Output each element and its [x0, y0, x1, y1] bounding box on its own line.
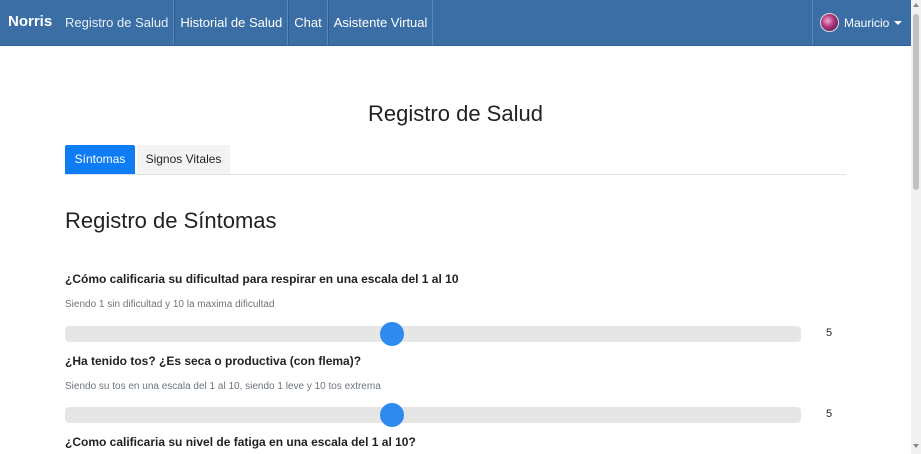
question-label: ¿Cómo calificaria su dificultad para res…	[65, 272, 459, 286]
slider-value: 5	[826, 408, 833, 420]
nav-links: Registro de Salud Historial de Salud Cha…	[60, 0, 434, 45]
tab-bar: Síntomas Signos Vitales	[65, 145, 846, 175]
brand-logo[interactable]: Norris	[8, 13, 52, 30]
scroll-down-icon[interactable]	[913, 444, 919, 448]
question-label: ¿Como calificaria su nivel de fatiga en …	[65, 435, 416, 449]
slider-thumb[interactable]	[380, 403, 405, 427]
scroll-thumb[interactable]	[913, 14, 919, 190]
nav-link-registro-de-salud[interactable]: Registro de Salud	[60, 0, 175, 45]
question-hint: Siendo su tos en una escala del 1 al 10,…	[65, 381, 381, 392]
tab-signos-vitales[interactable]: Signos Vitales	[137, 145, 230, 174]
question-hint: Siendo 1 sin dificultad y 10 la maxima d…	[65, 299, 275, 310]
cough-slider[interactable]	[65, 403, 801, 427]
section-title: Registro de Síntomas	[65, 208, 277, 233]
avatar	[820, 13, 839, 32]
tab-sintomas[interactable]: Síntomas	[65, 145, 135, 174]
slider-thumb[interactable]	[380, 322, 405, 346]
caret-down-icon	[894, 20, 903, 25]
user-menu[interactable]: Mauricio	[812, 0, 912, 45]
question-label: ¿Ha tenido tos? ¿Es seca o productiva (c…	[65, 354, 362, 368]
nav-link-historial-de-salud[interactable]: Historial de Salud	[174, 0, 289, 45]
nav-link-asistente-virtual[interactable]: Asistente Virtual	[327, 0, 434, 45]
page-scrollbar[interactable]	[911, 0, 921, 454]
navbar: Norris Registro de Salud Historial de Sa…	[0, 0, 911, 46]
page-title: Registro de Salud	[368, 101, 543, 126]
breathing-difficulty-slider[interactable]	[65, 322, 801, 346]
scroll-up-icon[interactable]	[913, 3, 919, 7]
nav-link-chat[interactable]: Chat	[288, 0, 328, 45]
user-name: Mauricio	[844, 15, 890, 30]
slider-value: 5	[826, 327, 833, 339]
